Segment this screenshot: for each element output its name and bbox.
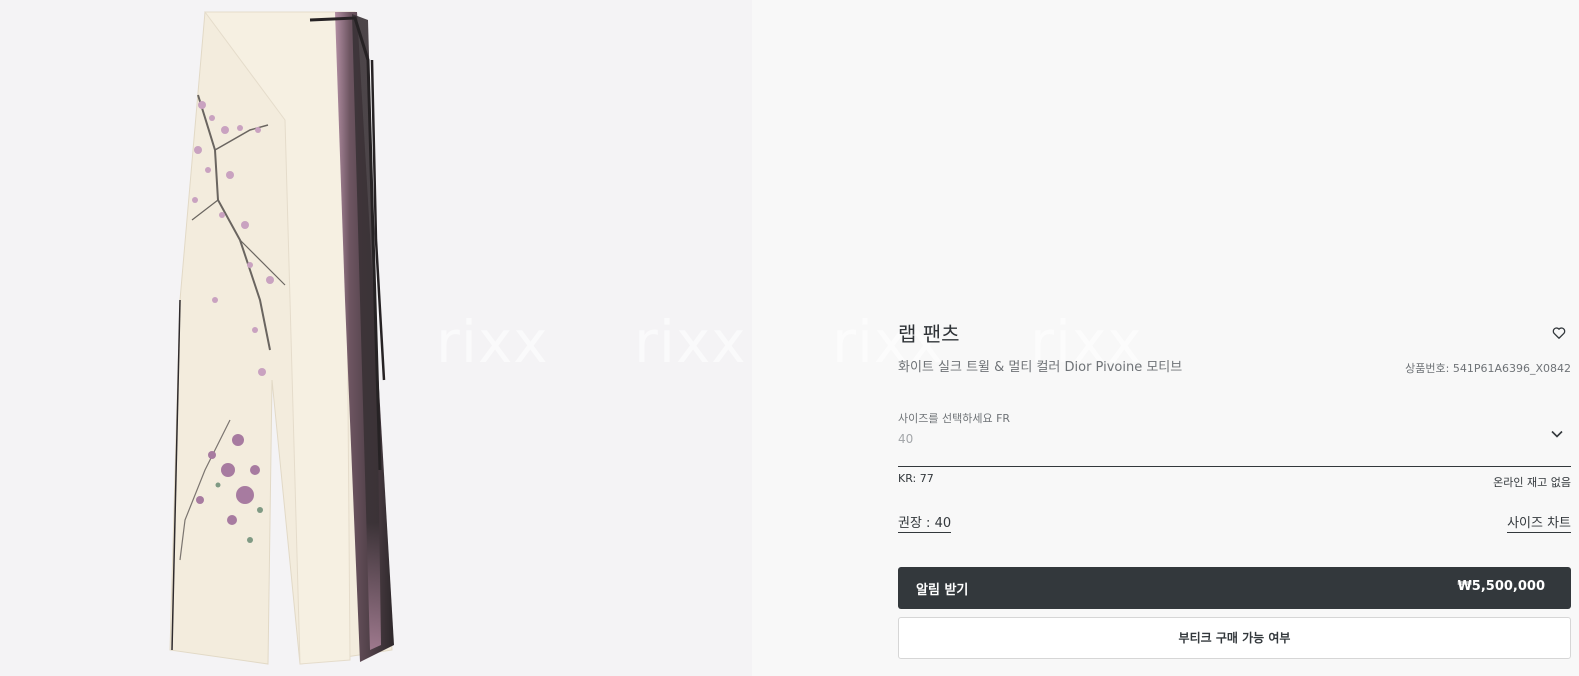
recommended-size-link[interactable]: 권장 : 40 bbox=[898, 512, 952, 533]
product-page: rixx rixx rixx rixx 랩 팬츠 화이트 실크 트윌 & 멀티 … bbox=[0, 0, 1579, 676]
product-image-pane bbox=[0, 0, 752, 676]
notify-button[interactable]: 알림 받기 ₩5,500,000 bbox=[898, 567, 1571, 609]
wishlist-button[interactable] bbox=[1548, 322, 1570, 344]
size-chart-link[interactable]: 사이즈 차트 bbox=[1507, 512, 1571, 533]
product-sku: 상품번호: 541P61A6396_X0842 bbox=[1405, 362, 1571, 375]
size-select[interactable]: 사이즈를 선택하세요 FR 40 bbox=[898, 404, 1571, 467]
notify-button-label: 알림 받기 bbox=[916, 583, 969, 598]
heart-icon bbox=[1552, 327, 1566, 339]
size-select-value: 40 bbox=[898, 432, 914, 446]
product-subtitle: 화이트 실크 트윌 & 멀티 컬러 Dior Pivoine 모티브 bbox=[898, 360, 1183, 375]
boutique-availability-label: 부티크 구매 가능 여부 bbox=[1178, 631, 1291, 645]
chevron-down-icon bbox=[1551, 430, 1563, 438]
kr-size: KR: 77 bbox=[898, 472, 934, 485]
stock-status: 온라인 재고 없음 bbox=[1493, 476, 1571, 489]
price: ₩5,500,000 bbox=[1457, 579, 1545, 594]
boutique-availability-button[interactable]: 부티크 구매 가능 여부 bbox=[898, 617, 1571, 659]
product-image bbox=[169, 11, 394, 665]
size-select-label: 사이즈를 선택하세요 FR bbox=[898, 412, 1011, 425]
product-title: 랩 팬츠 bbox=[898, 322, 960, 346]
